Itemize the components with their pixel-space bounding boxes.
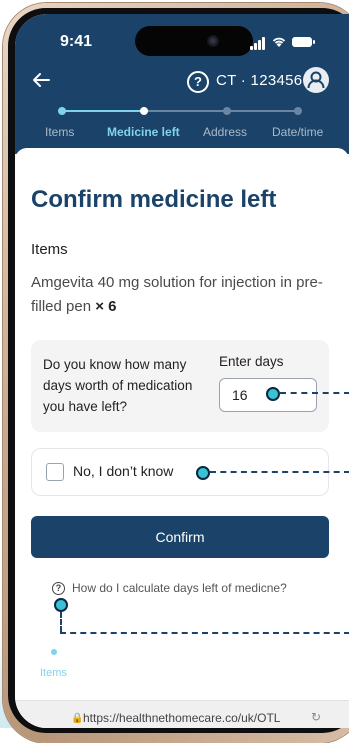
wifi-icon (272, 37, 286, 47)
url-text[interactable]: https://healthnethomecare.co/uk/OTL (83, 711, 280, 725)
annotation-connector (210, 471, 349, 473)
avatar[interactable] (303, 67, 329, 93)
annotation-connector (280, 392, 349, 394)
help-link-text[interactable]: How do I calculate days left of medicne? (72, 581, 287, 595)
phone-screen: 9:41 ? CT · 123456 Items Medicine left A… (15, 14, 349, 728)
browser-url-bar[interactable]: 🔒 https://healthnethomecare.co/uk/OTL ↻ (15, 700, 349, 728)
step-dot-medicine-left (140, 107, 148, 115)
lock-icon: 🔒 (71, 713, 84, 724)
signal-icon (258, 40, 261, 50)
question-circle-icon: ? (52, 582, 65, 595)
confirm-button[interactable]: Confirm (31, 516, 329, 558)
camera-icon (207, 35, 219, 47)
signal-icon (262, 37, 265, 50)
step-dot-datetime (294, 107, 302, 115)
annotation-connector (60, 632, 349, 634)
bottom-step-label: Items (40, 667, 67, 679)
step-label-datetime[interactable]: Date/time (272, 125, 323, 139)
battery-icon (292, 37, 315, 47)
items-heading: Items (31, 241, 68, 258)
item-quantity: × 6 (95, 298, 117, 315)
case-id: CT · 123456 (216, 72, 303, 89)
signal-icon (254, 43, 257, 50)
help-link[interactable]: ? How do I calculate days left of medicn… (52, 581, 332, 600)
status-time: 9:41 (60, 33, 93, 50)
content-card (15, 148, 349, 728)
status-icons (250, 36, 320, 50)
days-input-label: Enter days (219, 354, 284, 369)
annotation-connector (60, 612, 62, 632)
step-dot-address (223, 107, 231, 115)
stepper-progress (62, 110, 144, 112)
annotation-marker-days-input (266, 387, 280, 401)
step-label-address[interactable]: Address (203, 125, 247, 139)
item-description: Amgevita 40 mg solution for injection in… (31, 271, 331, 319)
annotation-marker-dont-know (196, 466, 210, 480)
bottom-step-dot (51, 649, 57, 655)
annotation-marker-help-link (54, 598, 68, 612)
dont-know-label[interactable]: No, I don’t know (73, 463, 173, 479)
dont-know-checkbox[interactable] (46, 463, 64, 481)
dynamic-island (135, 26, 253, 56)
step-label-items[interactable]: Items (45, 125, 74, 139)
reload-icon[interactable]: ↻ (311, 710, 321, 724)
page-title: Confirm medicine left (31, 186, 277, 213)
user-icon (307, 71, 325, 89)
step-label-medicine-left[interactable]: Medicine left (107, 125, 180, 139)
step-dot-items (58, 107, 66, 115)
item-name: Amgevita 40 mg solution for injection in… (31, 274, 323, 315)
help-circle-icon[interactable]: ? (187, 71, 209, 93)
days-question: Do you know how many days worth of medic… (43, 357, 193, 414)
signal-icon (250, 46, 253, 50)
back-arrow-icon[interactable] (31, 70, 55, 94)
